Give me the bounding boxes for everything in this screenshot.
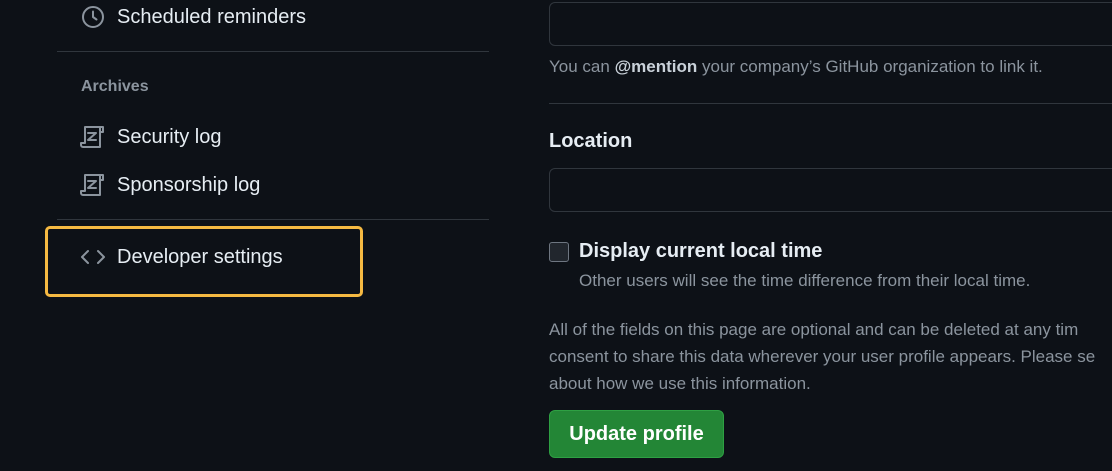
local-time-label[interactable]: Display current local time (579, 240, 822, 263)
settings-page: Scheduled reminders Archives Security lo… (0, 0, 1112, 471)
section-divider (549, 103, 1112, 104)
log-icon (80, 124, 106, 150)
local-time-checkbox[interactable] (549, 242, 569, 262)
optional-fields-info-line: consent to share this data wherever your… (549, 347, 1096, 366)
optional-fields-info-line: All of the fields on this page are optio… (549, 320, 1079, 339)
archives-heading: Archives (81, 78, 149, 95)
sidebar-item-developer-settings[interactable]: Developer settings (80, 242, 283, 272)
mention-text: @mention (614, 57, 698, 76)
sidebar-divider (57, 219, 489, 220)
code-icon (80, 244, 106, 270)
sidebar-item-scheduled-reminders[interactable]: Scheduled reminders (80, 2, 306, 32)
clock-icon (80, 4, 106, 30)
location-label: Location (549, 130, 633, 152)
sidebar-item-label: Sponsorship log (117, 173, 261, 196)
log-icon (80, 172, 106, 198)
sidebar-item-label: Scheduled reminders (117, 5, 306, 28)
sidebar-item-security-log[interactable]: Security log (80, 122, 222, 152)
sidebar-item-label: Developer settings (117, 245, 283, 268)
update-profile-button[interactable]: Update profile (549, 410, 724, 458)
sidebar-item-label: Security log (117, 125, 222, 148)
local-time-hint: Other users will see the time difference… (579, 271, 1031, 290)
sidebar-item-sponsorship-log[interactable]: Sponsorship log (80, 170, 260, 200)
company-note: You can @mention your company’s GitHub o… (549, 57, 1043, 76)
location-input[interactable] (549, 168, 1112, 212)
optional-fields-info-line: about how we use this information. (549, 374, 811, 393)
company-input[interactable] (549, 2, 1112, 46)
sidebar-divider (57, 51, 489, 52)
